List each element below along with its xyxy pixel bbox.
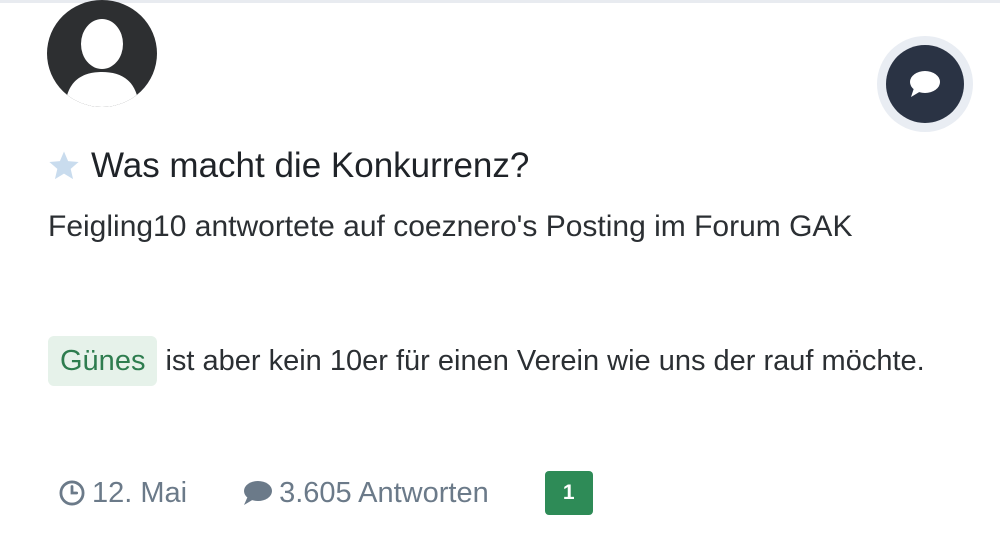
post-excerpt: Günes ist aber kein 10er für einen Verein…: [48, 336, 928, 387]
unread-badge[interactable]: 1: [544, 471, 593, 515]
star-icon[interactable]: [47, 149, 81, 183]
post-meta: 12. Mai 3.605 Antworten 1: [58, 469, 593, 517]
avatar[interactable]: [47, 0, 157, 107]
forum-post-card: Was macht die Konkurrenz? Feigling10 ant…: [0, 0, 1000, 554]
post-subtitle: Feigling10 antwortete auf coeznero's Pos…: [48, 210, 853, 243]
user-silhouette-icon: [65, 19, 139, 107]
clock-icon: [59, 480, 85, 506]
user-tag[interactable]: Günes: [48, 336, 158, 386]
post-body: ist aber kein 10er für einen Verein wie …: [165, 345, 925, 377]
comment-icon: [244, 481, 273, 505]
chat-button[interactable]: [877, 36, 973, 132]
post-title[interactable]: Was macht die Konkurrenz?: [91, 143, 529, 189]
chat-bubble-icon: [910, 71, 940, 97]
post-date: 12. Mai: [58, 477, 187, 510]
post-date-text: 12. Mai: [92, 476, 188, 509]
post-title-row[interactable]: Was macht die Konkurrenz?: [47, 143, 529, 189]
reply-count[interactable]: 3.605 Antworten: [241, 477, 489, 510]
reply-count-text[interactable]: 3.605 Antworten: [279, 477, 489, 510]
chat-button-inner[interactable]: [886, 45, 964, 123]
